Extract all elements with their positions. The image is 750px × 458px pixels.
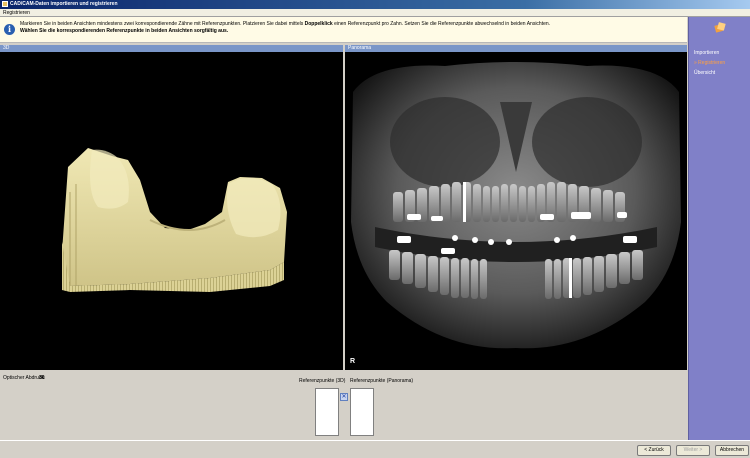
- viewport-panorama[interactable]: R: [345, 52, 687, 370]
- ref-points-3d-label: Referenzpunkte (3D): [299, 378, 346, 384]
- panel-title-3d: 3D: [3, 45, 10, 51]
- 3d-model-graphic: [62, 148, 287, 292]
- menu-bar: Registrieren: [0, 9, 750, 17]
- info-text-line1: Markieren Sie in beiden Ansichten mindes…: [20, 21, 550, 27]
- app-icon: [2, 1, 8, 7]
- panel-header-panorama: Panorama: [345, 45, 687, 52]
- window-title: CAD/CAM-Daten importieren und registrier…: [10, 1, 118, 7]
- ref-points-panorama-label: Referenzpunkte (Panorama): [350, 378, 414, 384]
- viewport-3d[interactable]: [0, 52, 343, 370]
- delete-ref-point-icon[interactable]: ✕: [340, 393, 348, 401]
- info-text-bold: Doppelklick: [304, 21, 333, 27]
- cancel-button[interactable]: Abbrechen: [715, 445, 749, 456]
- button-bar: < Zurück Weiter > Abbrechen: [0, 440, 750, 458]
- panorama-side-marker: R: [350, 358, 355, 365]
- info-text-part: einen Referenzpunkt pro Zahn. Setzen Sie…: [332, 21, 551, 27]
- panel-title-panorama: Panorama: [348, 45, 372, 51]
- info-bar: i Markieren Sie in beiden Ansichten mind…: [0, 17, 687, 43]
- info-icon: i: [4, 24, 15, 35]
- panorama-xray-graphic: R: [350, 62, 681, 365]
- sidebar-step-registrieren[interactable]: Registrieren: [694, 60, 725, 66]
- menu-item-registrieren[interactable]: Registrieren: [3, 10, 30, 16]
- ref-points-3d-list[interactable]: [315, 388, 339, 436]
- info-text-line2: Wählen Sie die korrespondierenden Refere…: [20, 28, 229, 34]
- wizard-sidebar: Importieren Registrieren Übersicht: [688, 17, 750, 440]
- window-title-bar: CAD/CAM-Daten importieren und registrier…: [0, 0, 750, 9]
- wizard-steps-icon: [714, 22, 726, 33]
- optical-impression-value: 36: [39, 375, 45, 381]
- sidebar-step-uebersicht[interactable]: Übersicht: [694, 70, 715, 76]
- panel-header-3d: 3D: [0, 45, 343, 52]
- reference-points-area: Optischer Abdruck: 36 Referenzpunkte (3D…: [0, 370, 687, 440]
- sidebar-step-importieren[interactable]: Importieren: [694, 50, 719, 56]
- info-text-part: Markieren Sie in beiden Ansichten mindes…: [20, 21, 305, 27]
- ref-points-panorama-list[interactable]: [350, 388, 374, 436]
- next-button[interactable]: Weiter >: [676, 445, 710, 456]
- back-button[interactable]: < Zurück: [637, 445, 671, 456]
